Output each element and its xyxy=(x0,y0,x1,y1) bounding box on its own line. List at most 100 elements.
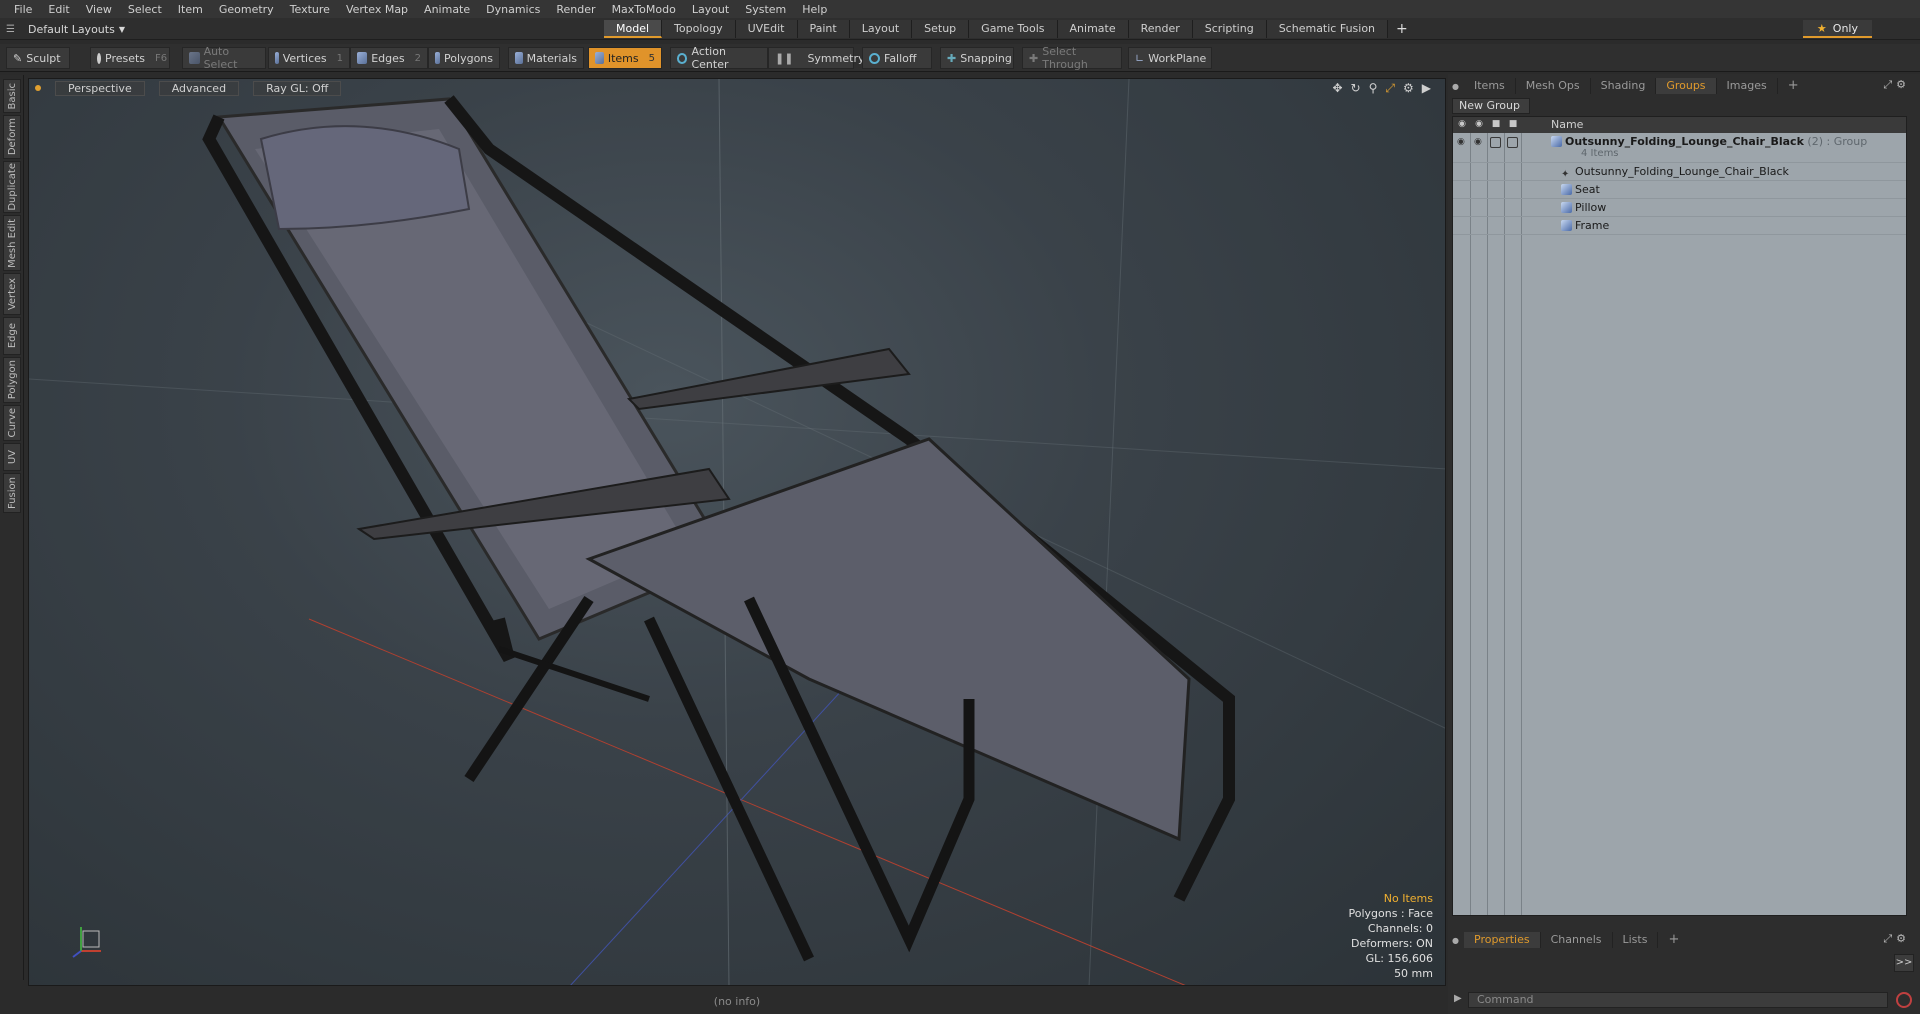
visibility-eye-icon[interactable]: ◉ xyxy=(1456,119,1468,131)
tab-setup[interactable]: Setup xyxy=(912,20,970,38)
tab-properties[interactable]: Properties xyxy=(1464,932,1541,948)
tab-mesh-ops[interactable]: Mesh Ops xyxy=(1516,78,1591,94)
tool-tab-vertex[interactable]: Vertex xyxy=(3,273,21,315)
menu-item-view[interactable]: View xyxy=(78,3,120,16)
menu-item-select[interactable]: Select xyxy=(120,3,170,16)
tab-groups[interactable]: Groups xyxy=(1656,78,1717,94)
raygl-button[interactable]: Ray GL: Off xyxy=(253,80,342,96)
expand-arrow-icon[interactable]: ▶ xyxy=(1422,81,1431,96)
tool-tab-mesh-edit[interactable]: Mesh Edit xyxy=(3,215,21,271)
menu-item-file[interactable]: File xyxy=(6,3,40,16)
menu-item-item[interactable]: Item xyxy=(170,3,211,16)
tab-uvedit[interactable]: UVEdit xyxy=(735,20,798,38)
tab-scripting[interactable]: Scripting xyxy=(1192,20,1267,38)
list-item[interactable]: Seat xyxy=(1453,181,1906,199)
visibility-eye-icon[interactable]: ◉ xyxy=(1457,137,1465,147)
menu-item-dynamics[interactable]: Dynamics xyxy=(478,3,548,16)
menu-item-texture[interactable]: Texture xyxy=(282,3,338,16)
select-through-button[interactable]: ✚ Select Through xyxy=(1022,45,1122,71)
presets-button[interactable]: Presets F6 xyxy=(90,47,170,69)
tab-lists[interactable]: Lists xyxy=(1613,932,1659,948)
zoom-icon[interactable]: ⚲ xyxy=(1369,81,1378,96)
action-center-button[interactable]: Action Center xyxy=(670,45,768,71)
list-item[interactable]: Frame xyxy=(1453,217,1906,235)
rotate-icon[interactable]: ↻ xyxy=(1351,81,1361,96)
snapping-button[interactable]: ✚ Snapping xyxy=(940,47,1014,69)
fit-icon[interactable]: ⤢ xyxy=(1385,81,1395,96)
tab-animate[interactable]: Animate xyxy=(1057,20,1129,38)
pan-icon[interactable]: ✥ xyxy=(1332,81,1342,96)
3d-viewport[interactable]: Perspective Advanced Ray GL: Off ✥ ↻ ⚲ ⤢… xyxy=(28,78,1446,986)
tool-tab-duplicate[interactable]: Duplicate xyxy=(3,161,21,213)
items-button[interactable]: Items 5 xyxy=(588,47,662,69)
only-toggle-button[interactable]: ★ Only xyxy=(1802,20,1872,38)
menu-item-help[interactable]: Help xyxy=(794,3,835,16)
panel-menu-icon[interactable]: ● xyxy=(1452,936,1460,945)
tool-tab-curve[interactable]: Curve xyxy=(3,405,21,441)
menu-item-geometry[interactable]: Geometry xyxy=(211,3,282,16)
materials-button[interactable]: Materials xyxy=(508,47,584,69)
tab-channels[interactable]: Channels xyxy=(1541,932,1613,948)
group-row[interactable]: ◉ ◉ Outsunny_Folding_Lounge_Chair_Black … xyxy=(1453,133,1906,163)
view-type-button[interactable]: Perspective xyxy=(55,80,145,96)
maximize-icon[interactable]: ⤢ xyxy=(1883,932,1892,946)
add-tab-button[interactable]: + xyxy=(1658,932,1689,948)
viewport-menu-dot-icon[interactable] xyxy=(35,85,41,91)
tab-items[interactable]: Items xyxy=(1464,78,1516,94)
tool-tab-deform[interactable]: Deform xyxy=(3,115,21,159)
menu-item-animate[interactable]: Animate xyxy=(416,3,478,16)
menu-item-system[interactable]: System xyxy=(737,3,794,16)
auto-select-button[interactable]: Auto Select xyxy=(182,45,266,71)
menu-item-render[interactable]: Render xyxy=(548,3,603,16)
tab-images[interactable]: Images xyxy=(1717,78,1778,94)
tab-shading[interactable]: Shading xyxy=(1591,78,1657,94)
tab-layout[interactable]: Layout xyxy=(849,20,913,38)
forward-button[interactable]: >> xyxy=(1894,954,1914,972)
workplane-button[interactable]: ∟ WorkPlane xyxy=(1128,47,1212,69)
lock-icon[interactable]: ■ xyxy=(1490,119,1502,131)
scene-canvas[interactable] xyxy=(29,79,1446,986)
gear-icon[interactable]: ⚙ xyxy=(1403,81,1414,96)
layout-home-icon[interactable]: ☰ xyxy=(6,24,20,35)
tool-tab-fusion[interactable]: Fusion xyxy=(3,473,21,513)
vertices-button[interactable]: Vertices 1 xyxy=(268,47,350,69)
layout-selector[interactable]: ☰ Default Layouts ▼ xyxy=(6,20,125,38)
menu-item-layout[interactable]: Layout xyxy=(684,3,737,16)
polygons-button[interactable]: Polygons xyxy=(428,47,500,69)
tab-model[interactable]: Model xyxy=(604,20,663,38)
column-name-header[interactable]: Name xyxy=(1551,118,1583,131)
symmetry-button[interactable]: ❚❚ Symmetry xyxy=(768,47,864,69)
shading-mode-button[interactable]: Advanced xyxy=(158,80,240,96)
list-item[interactable]: ✦ Outsunny_Folding_Lounge_Chair_Black xyxy=(1453,163,1906,181)
add-tab-button[interactable]: + xyxy=(1388,20,1416,38)
menu-item-maxtomodo[interactable]: MaxToModo xyxy=(604,3,684,16)
select-icon[interactable]: ■ xyxy=(1507,119,1519,131)
sculpt-button[interactable]: ✎ Sculpt xyxy=(6,47,70,69)
command-history-icon[interactable]: ▶ xyxy=(1454,993,1462,1004)
menu-item-edit[interactable]: Edit xyxy=(40,3,77,16)
tool-tab-polygon[interactable]: Polygon xyxy=(3,357,21,403)
edges-button[interactable]: Edges 2 xyxy=(350,47,428,69)
gear-icon[interactable]: ⚙ xyxy=(1896,932,1906,946)
tab-topology[interactable]: Topology xyxy=(662,20,736,38)
new-group-button[interactable]: New Group xyxy=(1452,98,1530,114)
add-tab-button[interactable]: + xyxy=(1778,78,1809,94)
gear-icon[interactable]: ⚙ xyxy=(1896,78,1906,92)
tool-tab-basic[interactable]: Basic xyxy=(3,79,21,113)
groups-list[interactable]: ◉ ◉ ■ ■ Name ◉ ◉ Outsunny_Folding_Lounge… xyxy=(1452,116,1907,916)
menu-item-vertex-map[interactable]: Vertex Map xyxy=(338,3,416,16)
tool-tab-uv[interactable]: UV xyxy=(3,443,21,471)
tab-game-tools[interactable]: Game Tools xyxy=(969,20,1058,38)
panel-menu-icon[interactable]: ● xyxy=(1452,82,1460,91)
command-record-icon[interactable] xyxy=(1896,992,1912,1008)
list-item[interactable]: Pillow xyxy=(1453,199,1906,217)
lock-checkbox[interactable] xyxy=(1490,137,1501,148)
select-checkbox[interactable] xyxy=(1507,137,1518,148)
tab-paint[interactable]: Paint xyxy=(797,20,850,38)
command-input[interactable]: Command xyxy=(1468,992,1888,1008)
render-icon[interactable]: ◉ xyxy=(1474,137,1482,147)
tool-tab-edge[interactable]: Edge xyxy=(3,317,21,355)
render-icon[interactable]: ◉ xyxy=(1473,119,1485,131)
falloff-button[interactable]: Falloff xyxy=(862,47,932,69)
tab-schematic-fusion[interactable]: Schematic Fusion xyxy=(1266,20,1389,38)
